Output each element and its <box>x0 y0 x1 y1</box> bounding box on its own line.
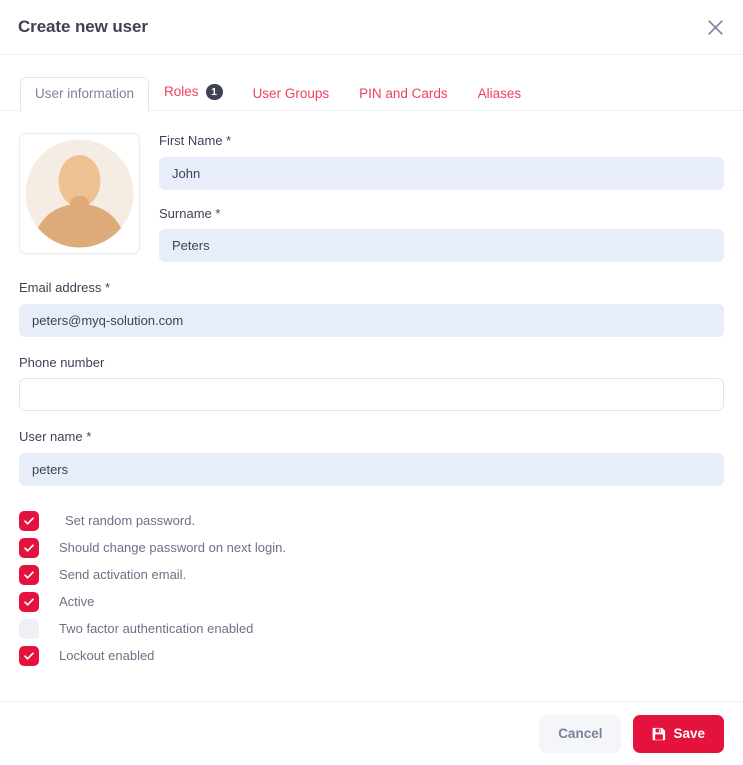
cancel-button-label: Cancel <box>558 725 603 741</box>
checkbox-should-change-password[interactable] <box>19 537 39 558</box>
checkbox-label: Lockout enabled <box>59 648 155 664</box>
roles-count-badge: 1 <box>205 84 223 100</box>
dialog-header: Create new user <box>0 0 743 55</box>
tab-label: Roles <box>164 84 199 100</box>
tab-bar: User information Roles 1 User Groups PIN… <box>0 72 743 112</box>
contact-fields: Email address * Phone number User name * <box>19 280 724 486</box>
checkbox-lockout-enabled[interactable] <box>19 645 39 666</box>
tab-roles[interactable]: Roles 1 <box>149 74 238 111</box>
checkbox-row-lockout-enabled[interactable]: Lockout enabled <box>19 645 724 666</box>
save-button-label: Save <box>673 725 705 741</box>
checkbox-row-set-random-password[interactable]: Set random password. <box>19 510 724 531</box>
field-surname: Surname * <box>159 206 724 263</box>
checkbox-active[interactable] <box>19 591 39 612</box>
checkbox-label: Two factor authentication enabled <box>59 621 254 637</box>
name-fields: First Name * Surname * <box>159 133 724 263</box>
tab-user-information[interactable]: User information <box>20 76 150 112</box>
check-icon <box>24 544 34 552</box>
save-floppy-icon <box>652 727 666 741</box>
phone-number-label: Phone number <box>19 354 105 370</box>
tab-pin-and-cards[interactable]: PIN and Cards <box>344 77 463 112</box>
checkbox-row-send-activation-email[interactable]: Send activation email. <box>19 564 724 585</box>
checkbox-two-factor-authentication[interactable] <box>19 618 39 639</box>
tab-label: User Groups <box>252 85 330 101</box>
checkbox-label: Active <box>59 594 95 610</box>
surname-label: Surname * <box>159 205 221 221</box>
first-name-label: First Name * <box>159 133 232 148</box>
user-name-label: User name * <box>19 429 92 445</box>
cancel-button[interactable]: Cancel <box>539 714 622 753</box>
tab-aliases[interactable]: Aliases <box>463 77 537 112</box>
close-button[interactable] <box>701 13 729 41</box>
tab-label: User information <box>35 85 135 101</box>
checkbox-label: Send activation email. <box>59 567 187 583</box>
checkbox-row-active[interactable]: Active <box>19 591 724 612</box>
page-title: Create new user <box>18 17 148 36</box>
tab-label: Aliases <box>477 85 522 101</box>
save-button[interactable]: Save <box>633 714 724 753</box>
identity-row: First Name * Surname * <box>19 133 724 263</box>
checkbox-row-should-change-password[interactable]: Should change password on next login. <box>19 537 724 558</box>
field-first-name: First Name * <box>159 133 724 190</box>
checkbox-send-activation-email[interactable] <box>19 564 39 585</box>
close-icon <box>707 19 723 35</box>
tab-label: PIN and Cards <box>359 85 448 101</box>
tab-user-groups[interactable]: User Groups <box>238 77 345 112</box>
dialog-body: First Name * Surname * Email address * P… <box>0 111 743 701</box>
checkbox-label: Set random password. <box>65 513 196 529</box>
create-user-dialog: Create new user User information Roles 1… <box>0 0 743 765</box>
field-phone-number: Phone number <box>19 355 724 412</box>
options-checkbox-list: Set random password. Should change passw… <box>19 510 724 666</box>
checkbox-row-two-factor-authentication[interactable]: Two factor authentication enabled <box>19 618 724 639</box>
field-email-address: Email address * <box>19 280 724 337</box>
checkbox-set-random-password[interactable] <box>19 510 39 531</box>
check-icon <box>24 571 34 579</box>
phone-number-input[interactable] <box>19 378 724 412</box>
email-address-input[interactable] <box>19 303 724 337</box>
check-icon <box>24 517 34 525</box>
user-name-input[interactable] <box>19 452 724 486</box>
check-icon <box>24 652 34 660</box>
first-name-input[interactable] <box>159 156 724 190</box>
user-avatar-placeholder-icon <box>22 136 137 251</box>
avatar-upload[interactable] <box>19 133 140 254</box>
email-address-label: Email address * <box>19 280 111 296</box>
surname-input[interactable] <box>159 229 724 263</box>
check-icon <box>24 598 34 606</box>
checkbox-label: Should change password on next login. <box>59 540 286 556</box>
field-user-name: User name * <box>19 429 724 486</box>
dialog-footer: Cancel Save <box>0 701 743 765</box>
